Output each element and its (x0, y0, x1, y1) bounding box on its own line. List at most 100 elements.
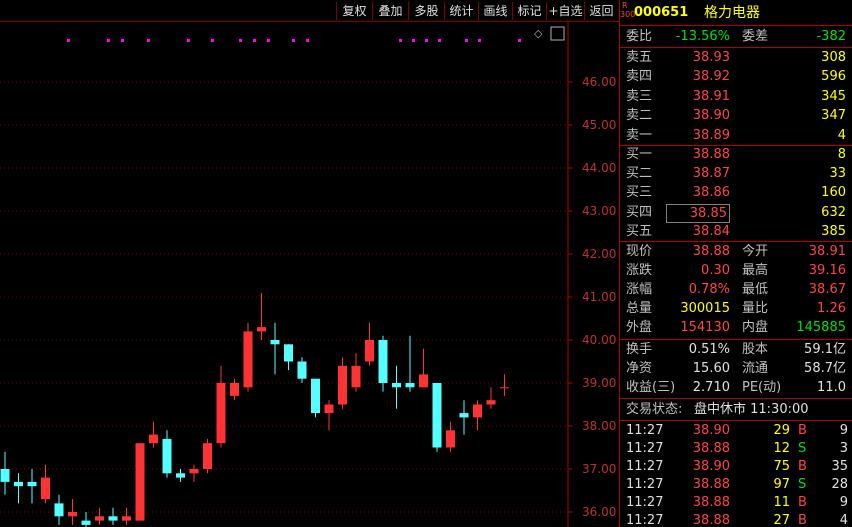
divider (620, 420, 852, 421)
price-tick-label: 45.00 (582, 118, 616, 132)
buy-level-price: 38.87 (692, 166, 730, 182)
tick-count: 35 (831, 459, 848, 474)
candle-body (432, 383, 442, 448)
signal-dot (306, 39, 309, 42)
candle (338, 357, 347, 409)
multi-stock-button[interactable]: 多股 (408, 2, 444, 20)
signal-dot (518, 39, 521, 42)
buy-level-volume: 160 (821, 185, 846, 201)
mark-button[interactable]: 标记 (512, 2, 546, 20)
sell-level-label: 卖四 (626, 69, 653, 85)
volume-value: 300015 (680, 301, 730, 316)
divider (620, 47, 852, 48)
tick-side: B (798, 423, 807, 438)
tick-time: 11:27 (626, 513, 664, 527)
add-favorite-button[interactable]: +自选 (546, 2, 584, 20)
candle-body (14, 481, 23, 487)
price-tick-label: 41.00 (582, 290, 616, 304)
diamond-icon[interactable]: ◇ (534, 27, 543, 40)
signal-dot (465, 39, 468, 42)
statistics-button[interactable]: 统计 (444, 2, 478, 20)
signal-dot (399, 39, 402, 42)
candlestick-series (0, 292, 509, 527)
signal-dot (107, 39, 110, 42)
divider (620, 25, 852, 26)
divider (620, 339, 852, 340)
candle (230, 378, 239, 401)
tick-count: 3 (839, 441, 848, 456)
sell-level-price: 38.91 (692, 88, 730, 104)
candle (311, 378, 320, 418)
price-label: 现价 (626, 244, 653, 259)
buy-level-label: 买一 (626, 147, 653, 162)
signal-dot (67, 39, 70, 42)
signal-dot (187, 39, 190, 42)
weicha-label: 委差 (742, 29, 769, 44)
tick-count: 28 (831, 477, 848, 492)
price-tick-label: 37.00 (582, 462, 616, 476)
tick-count: 4 (839, 513, 848, 527)
restore-rights-button[interactable]: 复权 (336, 2, 372, 20)
high-label: 最高 (742, 263, 769, 278)
candle (0, 451, 10, 495)
weibi-value: -13.56% (675, 29, 730, 44)
signal-dot (292, 39, 295, 42)
outer-volume-label: 外盘 (626, 320, 653, 335)
tick-price: 38.90 (692, 459, 730, 474)
tick-price: 38.90 (692, 423, 730, 438)
draw-line-button[interactable]: 画线 (478, 2, 512, 20)
divider (620, 398, 852, 399)
tick-side: B (798, 459, 807, 474)
candle-body (0, 469, 10, 482)
tick-price: 38.88 (692, 513, 730, 527)
price-axis: 46.00 45.00 44.00 43.00 42.00 41.00 40.00 39.00… (568, 75, 616, 519)
tick-volume: 11 (773, 495, 790, 510)
volume-ratio-value: 1.26 (817, 301, 846, 316)
sell-level-price: 38.92 (692, 69, 730, 85)
share-capital-label: 股本 (742, 342, 769, 357)
buy-level-volume: 8 (837, 147, 846, 162)
candle (189, 464, 199, 482)
quote-panel: R 300 000651 格力电器 委比 -13.56% 委差 -382 卖五 3… (619, 0, 852, 527)
tick-side: S (798, 441, 807, 456)
candle (216, 365, 226, 448)
change-pct-label: 涨幅 (626, 282, 653, 297)
candle (392, 365, 401, 409)
buy-level-volume: 385 (821, 223, 846, 239)
stock-code: 000651 (634, 5, 689, 20)
chart-toolbar: 复权 叠加 多股 统计 画线 标记 +自选 返回 (0, 0, 620, 22)
pe-value: 11.0 (817, 380, 846, 395)
back-button[interactable]: 返回 (584, 2, 618, 20)
candle-body (243, 331, 253, 388)
tick-price: 38.88 (692, 477, 730, 492)
candle (486, 387, 496, 409)
signal-dot (425, 39, 428, 42)
scroll-box[interactable] (550, 26, 565, 41)
candle-body (257, 327, 266, 332)
change-label: 涨跌 (626, 263, 653, 278)
pe-label: PE(动) (742, 380, 782, 395)
candle (351, 352, 361, 392)
candle-body (351, 365, 361, 388)
sell-level-price: 38.93 (692, 50, 730, 65)
sell-level-label: 卖五 (626, 50, 653, 65)
code-badge-top: R (622, 1, 628, 10)
candle (41, 464, 50, 504)
price-tick-label: 42.00 (582, 247, 616, 261)
tick-volume: 29 (773, 423, 790, 438)
candle (459, 400, 469, 435)
tick-volume: 97 (773, 477, 790, 492)
trade-status-label: 交易状态: (626, 402, 683, 417)
candle (68, 499, 77, 525)
candle-body (500, 387, 509, 389)
tick-time: 11:27 (626, 423, 664, 438)
overlay-button[interactable]: 叠加 (372, 2, 408, 20)
tick-time: 11:27 (626, 459, 664, 474)
buy-level-price: 38.85 (666, 203, 730, 223)
signal-dot (478, 39, 481, 42)
buy-level-volume: 632 (821, 204, 846, 220)
sell-level-volume: 347 (821, 108, 846, 124)
kline-chart[interactable]: ◇ 46.00 45.00 44.00 43.00 42.00 41.00 40.00 39.… (0, 22, 619, 527)
float-shares-label: 流通 (742, 361, 769, 376)
candle-body (405, 383, 415, 388)
